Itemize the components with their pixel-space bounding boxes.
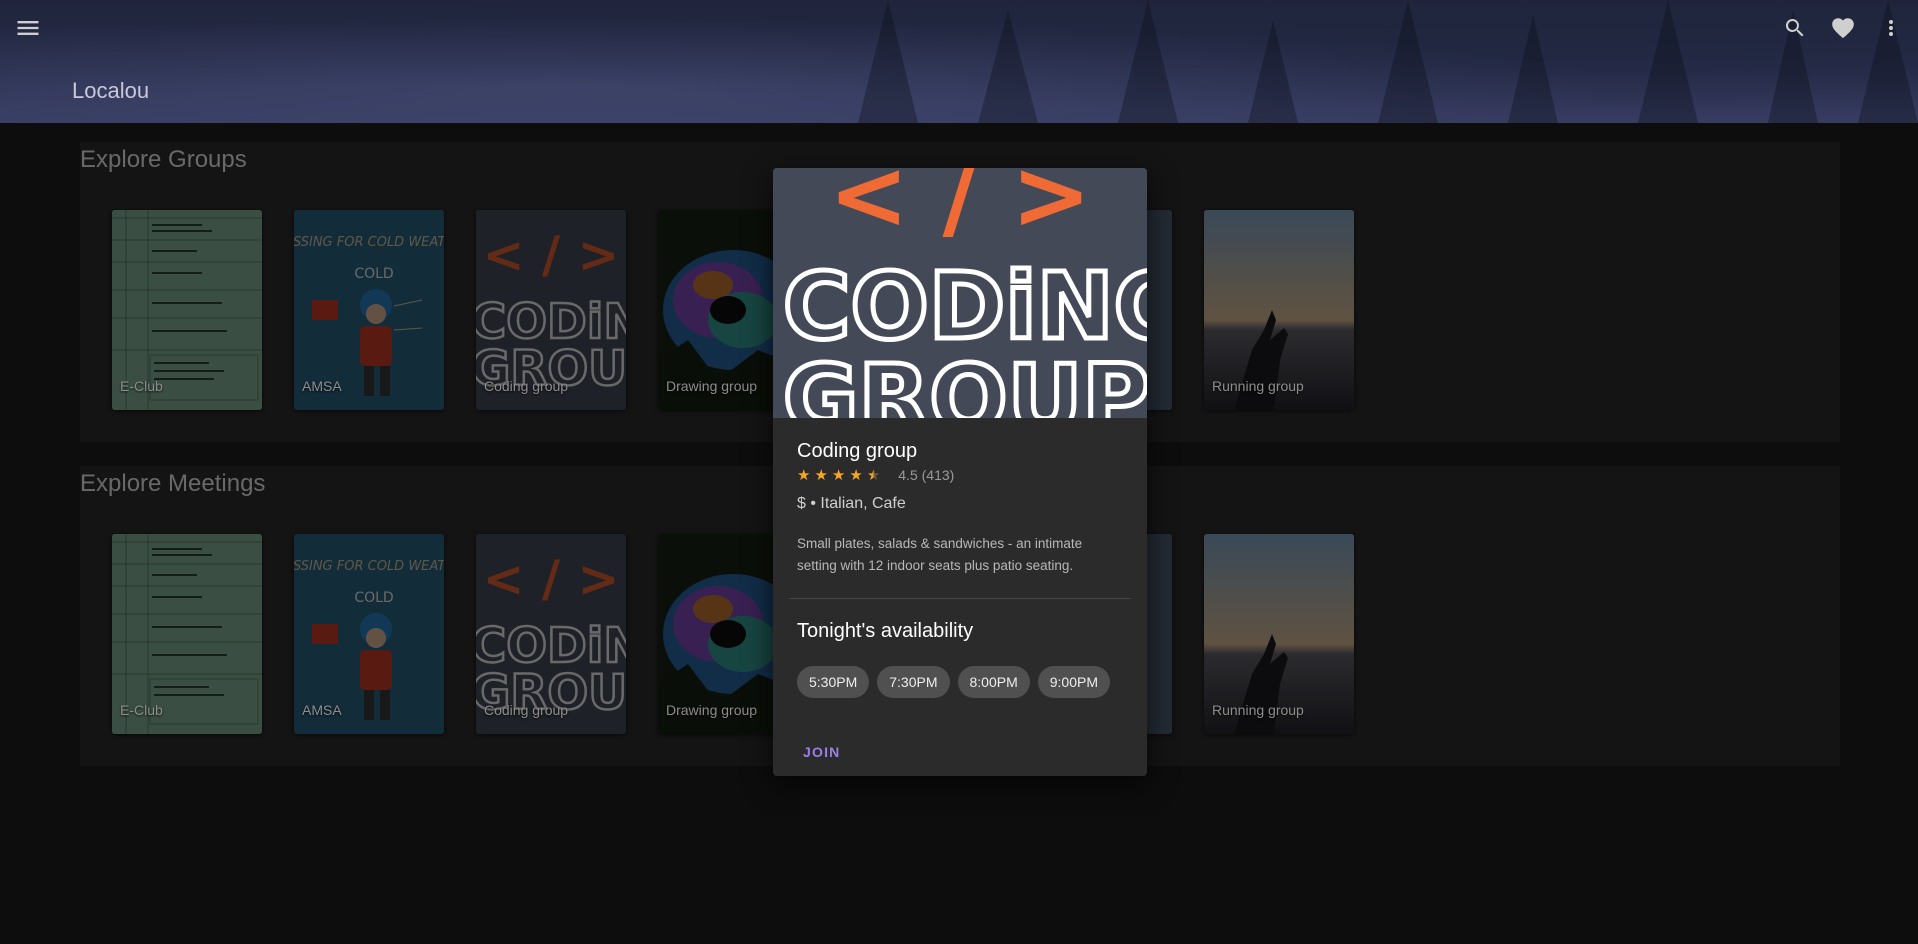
time-chip-group: 5:30PM 7:30PM 8:00PM 9:00PM (797, 666, 1110, 698)
join-button[interactable]: JOIN (797, 740, 846, 764)
top-actions (1780, 14, 1906, 42)
time-chip[interactable]: 5:30PM (797, 666, 870, 698)
heart-icon (1832, 18, 1854, 39)
star-icon: ★ (797, 467, 811, 484)
search-button[interactable] (1780, 14, 1810, 42)
rating-row: ★ ★ ★ ★ ★ 4.5 (413) (797, 466, 954, 484)
availability-title: Tonight's availability (797, 620, 974, 642)
star-half-icon: ★ (866, 467, 881, 484)
hero-group-text: GROUP (783, 345, 1147, 418)
hero-coding-text: CODiNG (783, 253, 1147, 360)
app-title: Localou (72, 78, 150, 103)
search-icon (1785, 19, 1804, 37)
time-chip[interactable]: 9:00PM (1037, 666, 1110, 698)
group-name: Coding group (797, 440, 918, 462)
menu-icon (17, 21, 39, 35)
app-bar: Localou (0, 0, 1918, 123)
divider (789, 598, 1131, 599)
rating-text: 4.5 (413) (898, 467, 955, 483)
coding-group-hero-image: < / > CODiNG GROUP (773, 168, 1147, 418)
group-meta: $ • Italian, Cafe (797, 495, 906, 512)
group-description: Small plates, salads & sandwiches - an i… (797, 536, 1083, 573)
hero-code-symbol: < / > (829, 168, 1092, 251)
more-vert-icon (1889, 20, 1893, 36)
more-options-button[interactable] (1876, 14, 1906, 42)
star-icon: ★ (814, 467, 828, 484)
group-detail-card: < / > CODiNG GROUP Coding group ★ ★ ★ ★ … (773, 168, 1147, 776)
star-icon: ★ (831, 467, 846, 484)
star-icon: ★ (849, 467, 863, 484)
time-chip[interactable]: 8:00PM (957, 666, 1030, 698)
favorites-button[interactable] (1828, 14, 1858, 42)
time-chip[interactable]: 7:30PM (877, 666, 950, 698)
menu-button[interactable] (14, 14, 42, 42)
